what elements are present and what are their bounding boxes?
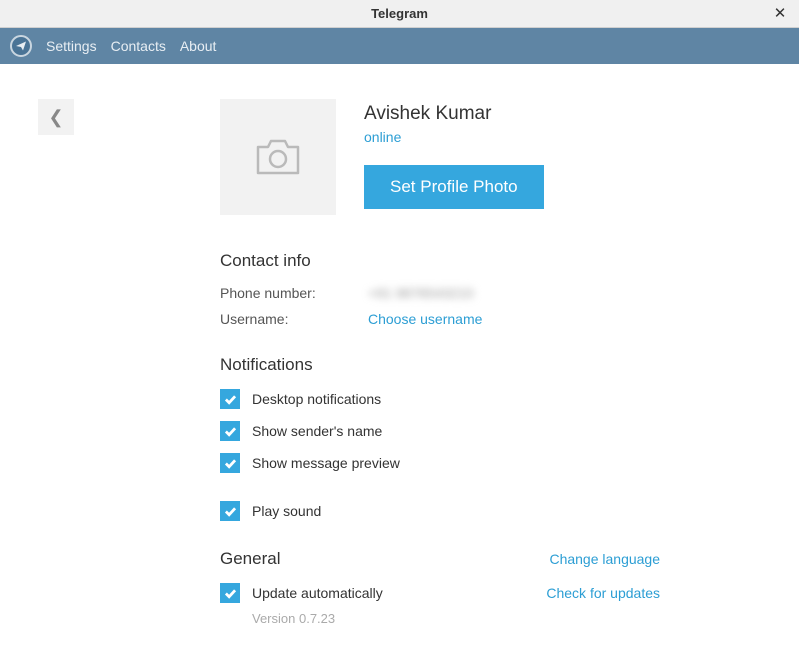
check-icon <box>224 394 237 405</box>
profile-section: Avishek Kumar online Set Profile Photo <box>220 99 660 215</box>
show-preview-checkbox[interactable] <box>220 453 240 473</box>
update-auto-check-row[interactable]: Update automatically <box>220 583 383 603</box>
profile-name: Avishek Kumar <box>364 103 660 125</box>
change-language-link[interactable]: Change language <box>549 551 660 567</box>
contact-info-heading: Contact info <box>220 251 660 271</box>
phone-row: Phone number: +91 9876543210 <box>220 285 660 301</box>
username-row: Username: Choose username <box>220 311 660 327</box>
show-sender-label: Show sender's name <box>252 423 382 439</box>
notifications-heading: Notifications <box>220 355 660 375</box>
camera-icon <box>254 137 302 177</box>
desktop-notifications-checkbox[interactable] <box>220 389 240 409</box>
contact-info-section: Contact info Phone number: +91 987654321… <box>220 251 660 327</box>
show-preview-row[interactable]: Show message preview <box>220 453 660 473</box>
play-sound-label: Play sound <box>252 503 321 519</box>
check-updates-link[interactable]: Check for updates <box>546 585 660 601</box>
phone-label: Phone number: <box>220 285 368 301</box>
titlebar: Telegram ✕ <box>0 0 799 28</box>
general-section: General Change language Update automatic… <box>220 549 660 626</box>
username-label: Username: <box>220 311 368 327</box>
content-area: ❮ Avishek Kumar online Set Profile Photo… <box>0 64 799 648</box>
update-auto-checkbox[interactable] <box>220 583 240 603</box>
profile-status: online <box>364 129 660 145</box>
show-preview-label: Show message preview <box>252 455 400 471</box>
version-text: Version 0.7.23 <box>252 611 660 626</box>
set-profile-photo-button[interactable]: Set Profile Photo <box>364 165 544 209</box>
update-auto-row: Update automatically Check for updates <box>220 583 660 603</box>
play-sound-row[interactable]: Play sound <box>220 501 660 521</box>
phone-value: +91 9876543210 <box>368 285 474 301</box>
profile-photo-placeholder[interactable] <box>220 99 336 215</box>
app-icon[interactable] <box>10 35 32 57</box>
menu-contacts[interactable]: Contacts <box>111 38 166 54</box>
close-button[interactable]: ✕ <box>771 4 789 22</box>
play-sound-checkbox[interactable] <box>220 501 240 521</box>
close-icon: ✕ <box>774 4 787 22</box>
paper-plane-icon <box>15 40 27 52</box>
general-header-row: General Change language <box>220 549 660 569</box>
check-icon <box>224 426 237 437</box>
check-icon <box>224 588 237 599</box>
show-sender-checkbox[interactable] <box>220 421 240 441</box>
settings-column: Avishek Kumar online Set Profile Photo C… <box>220 99 660 626</box>
profile-info: Avishek Kumar online Set Profile Photo <box>364 99 660 215</box>
show-sender-row[interactable]: Show sender's name <box>220 421 660 441</box>
check-icon <box>224 506 237 517</box>
choose-username-link[interactable]: Choose username <box>368 311 482 327</box>
chevron-left-icon: ❮ <box>48 107 63 128</box>
menu-about[interactable]: About <box>180 38 217 54</box>
update-auto-label: Update automatically <box>252 585 383 601</box>
back-button[interactable]: ❮ <box>38 99 74 135</box>
app-window: Telegram ✕ Settings Contacts About ❮ <box>0 0 799 648</box>
window-title: Telegram <box>371 6 428 21</box>
check-icon <box>224 458 237 469</box>
general-heading: General <box>220 549 280 569</box>
menu-settings[interactable]: Settings <box>46 38 97 54</box>
notifications-section: Notifications Desktop notifications Show… <box>220 355 660 521</box>
menubar: Settings Contacts About <box>0 28 799 64</box>
desktop-notifications-row[interactable]: Desktop notifications <box>220 389 660 409</box>
desktop-notifications-label: Desktop notifications <box>252 391 381 407</box>
